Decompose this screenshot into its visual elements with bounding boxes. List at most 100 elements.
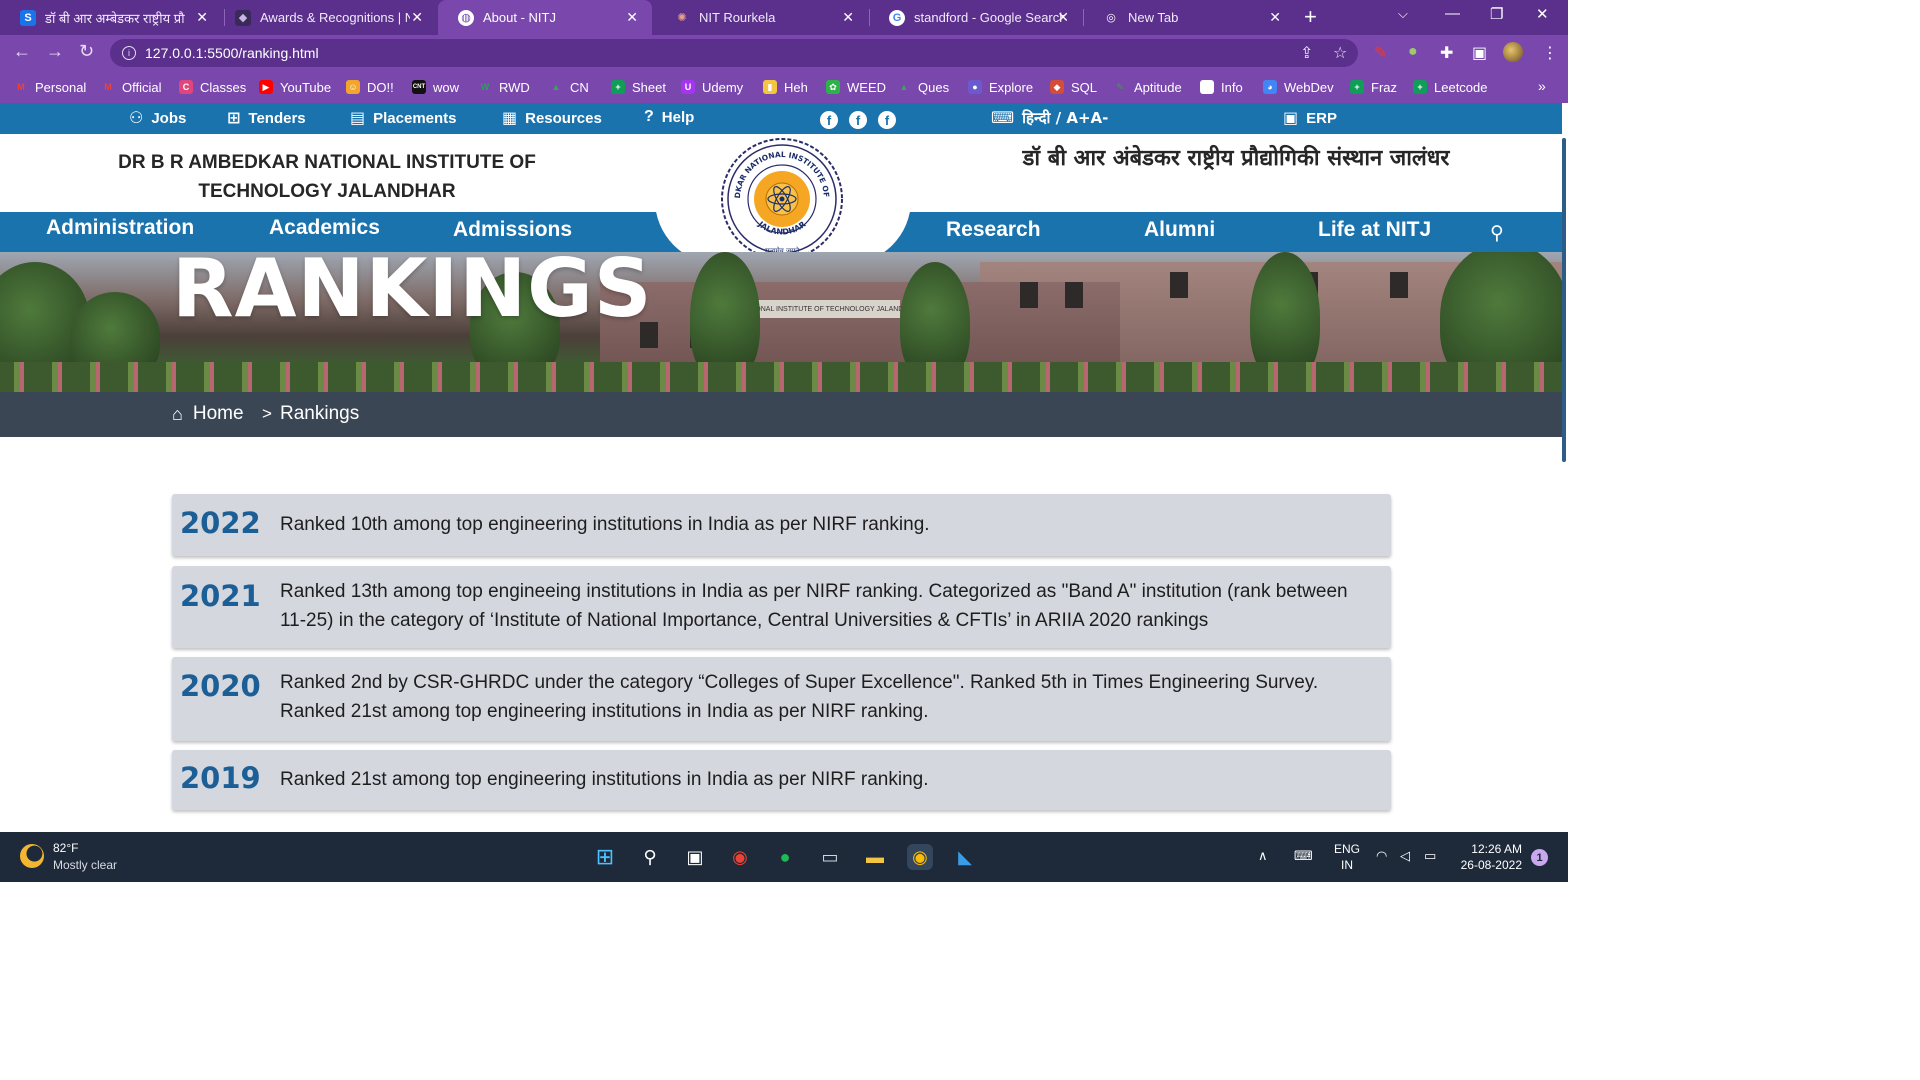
menu-kebab-icon[interactable]: ⋮ (1542, 43, 1558, 63)
chrome-active-icon[interactable]: ◉ (907, 844, 933, 870)
search-icon[interactable]: ⚲ (637, 844, 663, 870)
nav-research[interactable]: Research (946, 218, 1041, 242)
bookmark-item[interactable]: + Leetcode (1413, 78, 1488, 96)
battery-icon[interactable]: ▭ (1424, 848, 1436, 864)
moon-weather-icon[interactable] (20, 844, 44, 868)
profile-avatar[interactable] (1503, 42, 1523, 62)
share-icon[interactable]: ⇪ (1300, 43, 1313, 63)
facebook-icon[interactable]: f (878, 111, 896, 129)
scrollbar[interactable] (1562, 138, 1566, 462)
window-close-icon[interactable]: ✕ (1536, 5, 1549, 23)
institute-logo[interactable]: DR B.R. AMBEDKAR NATIONAL INSTITUTE OF T… (720, 137, 844, 261)
system-clock[interactable]: 12:26 AM 26-08-2022 (1450, 841, 1522, 873)
bookmark-favicon-icon: M (17, 82, 25, 92)
task-view-icon[interactable]: ▣ (682, 844, 708, 870)
close-icon[interactable]: ✕ (1057, 9, 1069, 26)
bookmark-item[interactable]: U Udemy (681, 78, 743, 96)
ranking-card: 2022 Ranked 10th among top engineering i… (172, 494, 1391, 556)
wifi-icon[interactable]: ◠ (1376, 848, 1387, 864)
vscode-icon[interactable]: ◣ (952, 844, 978, 870)
bookmark-item[interactable]: ▶ YouTube (259, 78, 331, 96)
breadcrumb-home[interactable]: ⌂ Home (172, 403, 244, 425)
bookmark-item[interactable]: ◉ Info (1200, 78, 1243, 96)
language-toggle[interactable]: ⌨ हिन्दी / A+A- (991, 108, 1108, 128)
top-link-tenders[interactable]: ⊞ Tenders (227, 108, 306, 128)
top-link-resources[interactable]: ▦ Resources (502, 108, 602, 128)
weather-temperature[interactable]: 82°F (53, 841, 78, 855)
back-icon[interactable]: ← (13, 41, 31, 62)
bookmark-item[interactable]: + Sheet (611, 78, 666, 96)
tab-search-chevron-icon[interactable]: ⌵ (1398, 6, 1408, 22)
pen-extension-icon[interactable]: ✎ (1374, 43, 1387, 63)
top-link-help[interactable]: ? Help (644, 108, 694, 126)
notification-badge[interactable]: 1 (1531, 849, 1548, 866)
nav-alumni[interactable]: Alumni (1144, 218, 1215, 242)
ranking-card: 2019 Ranked 21st among top engineering i… (172, 750, 1391, 810)
bookmark-item[interactable]: ✎ Aptitude (1113, 78, 1182, 96)
extensions-puzzle-icon[interactable]: ✚ (1440, 43, 1453, 63)
bookmark-item[interactable]: ▲ CN (549, 78, 589, 96)
facebook-icon[interactable]: f (849, 111, 867, 129)
bookmark-item[interactable]: M Official (101, 78, 161, 96)
weather-description[interactable]: Mostly clear (53, 858, 117, 872)
bookmark-item[interactable]: M Personal (14, 78, 86, 96)
reload-icon[interactable]: ↻ (79, 41, 94, 62)
bookmark-item[interactable]: ▮ Heh (763, 78, 808, 96)
address-bar[interactable]: i 127.0.0.1:5500/ranking.html (110, 39, 1358, 67)
ranking-text: Ranked 2nd by CSR-GHRDC under the catego… (280, 672, 1319, 722)
nav-administration[interactable]: Administration (46, 216, 194, 240)
bookmark-item[interactable]: ◕ WebDev (1263, 78, 1334, 96)
close-icon[interactable]: ✕ (626, 9, 638, 26)
browser-tab[interactable]: S डॉ बी आर अम्बेडकर राष्ट्रीय प्रौ ✕ (0, 0, 222, 35)
volume-icon[interactable]: ◁ (1400, 848, 1410, 864)
bookmark-item[interactable]: ▲ Ques (897, 78, 950, 96)
close-icon[interactable]: ✕ (196, 9, 208, 26)
browser-tab-active[interactable]: ◍ About - NITJ ✕ (438, 0, 652, 35)
nav-academics[interactable]: Academics (269, 216, 380, 240)
top-link-placements[interactable]: ▤ Placements (350, 108, 457, 128)
bookmark-item[interactable]: CNT wow (412, 78, 459, 96)
browser-tab[interactable]: ◆ Awards & Recognitions | NI ✕ (215, 0, 437, 35)
site-info-icon[interactable]: i (122, 46, 136, 60)
bookmark-item[interactable]: C Classes (179, 78, 246, 96)
terminal-icon[interactable]: ▭ (817, 844, 843, 870)
clock-date: 26-08-2022 (1460, 858, 1522, 872)
erp-link[interactable]: ▣ ERP (1283, 108, 1337, 128)
browser-tab[interactable]: ◎ New Tab ✕ (1083, 0, 1295, 35)
browser-tab[interactable]: G standford - Google Search ✕ (869, 0, 1083, 35)
bookmark-item[interactable]: ◆ SQL (1050, 78, 1097, 96)
file-explorer-icon[interactable]: ▬ (862, 844, 888, 870)
ranking-text: Ranked 13th among top engineeing institu… (280, 581, 1348, 631)
bookmark-item[interactable]: W RWD (478, 78, 530, 96)
close-icon[interactable]: ✕ (842, 9, 854, 26)
bookmark-favicon-icon: ▶ (259, 80, 273, 94)
windows-start-icon[interactable]: ⊞ (592, 844, 618, 870)
bookmark-item[interactable]: ☺ DO!! (346, 78, 394, 96)
close-icon[interactable]: ✕ (411, 9, 423, 26)
search-icon[interactable]: ⚲ (1490, 222, 1504, 245)
extension-dot-icon[interactable]: ● (1408, 43, 1418, 61)
nav-admissions[interactable]: Admissions (453, 218, 572, 242)
side-panel-icon[interactable]: ▣ (1472, 43, 1487, 63)
input-language[interactable]: ENG IN (1334, 841, 1360, 873)
keyboard-icon[interactable]: ⌨ (1294, 848, 1313, 864)
tray-overflow-chevron-icon[interactable]: ∧ (1258, 848, 1268, 864)
forward-icon[interactable]: → (46, 41, 64, 62)
close-icon[interactable]: ✕ (1269, 9, 1281, 26)
bookmark-item[interactable]: ✿ WEED (826, 78, 886, 96)
new-tab-icon[interactable]: + (1304, 4, 1317, 30)
facebook-icon[interactable]: f (820, 111, 838, 129)
minimize-icon[interactable]: — (1445, 5, 1460, 22)
bookmark-label: Info (1221, 79, 1243, 95)
browser-tab[interactable]: ✺ NIT Rourkela ✕ (654, 0, 868, 35)
bookmark-item[interactable]: + Fraz (1350, 78, 1397, 96)
restore-icon[interactable]: ❐ (1490, 5, 1503, 23)
nav-life-at-nitj[interactable]: Life at NITJ (1318, 218, 1431, 242)
bookmark-item[interactable]: ● Explore (968, 78, 1033, 96)
bookmark-star-icon[interactable]: ☆ (1333, 43, 1347, 63)
bookmarks-overflow-icon[interactable]: » (1538, 78, 1546, 94)
spotify-icon[interactable]: ● (772, 844, 798, 870)
top-link-jobs[interactable]: ⚇ Jobs (129, 108, 186, 128)
bookmark-label: Aptitude (1134, 79, 1182, 95)
chrome-icon[interactable]: ◉ (727, 844, 753, 870)
